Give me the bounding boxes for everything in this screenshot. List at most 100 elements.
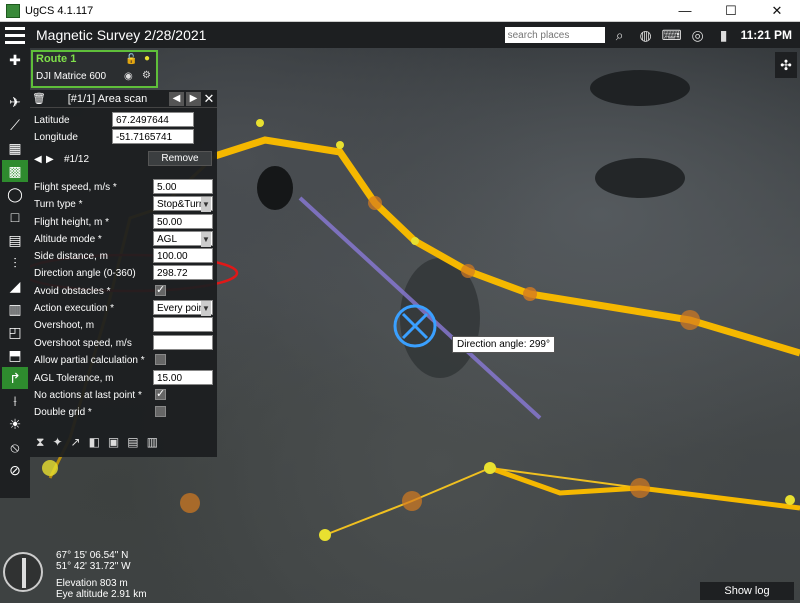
waypoint-marker[interactable] <box>461 264 475 278</box>
latitude-input[interactable]: 67.2497644 <box>112 112 194 127</box>
direction-angle-tooltip: Direction angle: 299° <box>452 336 555 353</box>
route-card[interactable]: Route 1 🔓 ● DJI Matrice 600 ◉ ⚙ <box>31 50 158 88</box>
window-titlebar: UgCS 4.1.117 — ☐ ✕ <box>0 0 800 22</box>
add-route-icon[interactable]: ✚ <box>2 49 28 71</box>
turn-icon[interactable]: ↱ <box>2 367 28 389</box>
flight-height-row: Flight height, m * <box>34 214 152 230</box>
waypoint-marker[interactable] <box>180 493 200 513</box>
search-icon[interactable]: ⌕ <box>609 25 631 45</box>
direction-angle-row: Direction angle (0-360) <box>34 265 152 281</box>
close-panel-icon[interactable]: ✕ <box>201 91 217 107</box>
forbidden-icon[interactable]: ⊘ <box>2 459 28 481</box>
no-actions-last-checkbox[interactable] <box>155 387 166 400</box>
minimize-button[interactable]: — <box>662 3 708 18</box>
window-title: UgCS 4.1.117 <box>25 4 94 17</box>
poi-icon[interactable]: ✦ <box>52 435 62 450</box>
eye-icon[interactable]: ◉ <box>124 71 133 82</box>
altitude-mode-select[interactable]: AGL <box>153 231 213 247</box>
photogrammetry-tool-icon[interactable]: ◢ <box>2 275 28 297</box>
flight-speed-row: Flight speed, m/s * <box>34 179 152 195</box>
spiral-icon[interactable]: ◰ <box>2 321 28 343</box>
eye-altitude-label: Eye altitude 2.91 km <box>56 589 147 600</box>
waypoint-marker[interactable] <box>368 196 382 210</box>
next-point-icon[interactable]: ▶ <box>46 154 64 165</box>
drone-control-icon[interactable]: ✣ <box>775 52 797 78</box>
camera-mode-icon[interactable]: ▤ <box>127 435 138 450</box>
next-segment-button[interactable]: ▶ <box>186 91 201 106</box>
circle-tool-icon[interactable]: ◯ <box>2 183 28 205</box>
waypoint-marker[interactable] <box>630 478 650 498</box>
lock-icon[interactable]: 🔓 <box>125 54 137 65</box>
waypoint-marker[interactable] <box>319 529 331 541</box>
takeoff-icon[interactable]: ✈ <box>2 91 28 113</box>
compass-icon[interactable] <box>3 552 43 592</box>
show-log-button[interactable]: Show log <box>700 582 794 600</box>
camera-control-icon[interactable]: ◧ <box>89 435 100 450</box>
partial-calc-row: Allow partial calculation * <box>34 352 152 368</box>
longitude-input[interactable]: -51.7165741 <box>112 129 194 144</box>
sun-icon[interactable]: ☀ <box>2 413 28 435</box>
wait-icon[interactable]: ⧗ <box>36 435 44 450</box>
action-execution-select[interactable]: Every point <box>153 300 213 316</box>
prev-segment-button[interactable]: ◀ <box>169 91 184 106</box>
settings-icon[interactable]: ⚙ <box>142 70 151 81</box>
route-path[interactable] <box>213 136 800 357</box>
coord-latitude: 67° 15' 06.54" N <box>56 550 129 561</box>
yaw-icon[interactable]: ↗ <box>71 435 81 450</box>
flight-height-input[interactable]: 50.00 <box>153 214 213 229</box>
close-window-button[interactable]: ✕ <box>754 3 800 19</box>
direction-angle-input[interactable]: 298.72 <box>153 265 213 280</box>
prev-point-icon[interactable]: ◀ <box>34 154 46 165</box>
adsb-icon[interactable]: ◎ <box>687 25 709 45</box>
waypoint-marker[interactable] <box>484 462 496 474</box>
remove-button[interactable]: Remove <box>148 151 212 166</box>
waypoint-marker[interactable] <box>411 237 419 245</box>
square-tool-icon[interactable]: □ <box>2 206 28 228</box>
facade-scan-icon[interactable]: ⬒ <box>2 344 28 366</box>
overshoot-label: Overshoot, m <box>34 319 95 331</box>
no-actions-last-row: No actions at last point * <box>34 387 152 403</box>
lake-shape <box>257 166 293 210</box>
corridor-tool-icon[interactable]: ▤ <box>2 229 28 251</box>
battery-icon[interactable]: ▮ <box>713 25 735 45</box>
double-grid-row: Double grid * <box>34 404 152 420</box>
overshoot-speed-label: Overshoot speed, m/s <box>34 337 132 349</box>
ruler-icon[interactable]: ⟊ <box>2 390 28 412</box>
trash-icon[interactable]: 🗑 <box>30 92 48 105</box>
perimeter-tool-icon[interactable]: ⫶ <box>2 252 28 274</box>
camera-trigger-icon[interactable]: ▣ <box>108 435 119 450</box>
avoid-obstacles-checkbox[interactable] <box>155 283 166 296</box>
globe-icon[interactable]: ◍ <box>635 25 657 45</box>
waypoint-marker[interactable] <box>42 460 58 476</box>
waypoint-marker[interactable] <box>523 287 537 301</box>
overshoot-speed-input[interactable] <box>153 335 213 350</box>
side-distance-input[interactable]: 100.00 <box>153 248 213 263</box>
agl-tolerance-input[interactable]: 15.00 <box>153 370 213 385</box>
search-input[interactable] <box>504 27 605 43</box>
waypoint-marker[interactable] <box>402 491 422 511</box>
turn-type-select[interactable]: Stop&Turn <box>153 196 213 212</box>
camera-attitude-icon[interactable]: ▥ <box>147 435 158 450</box>
altitude-mode-label: Altitude mode * <box>34 233 102 245</box>
waypoint-marker[interactable] <box>336 141 344 149</box>
waypoint-marker[interactable] <box>785 495 795 505</box>
waypoint-marker[interactable] <box>680 310 700 330</box>
flight-height-label: Flight height, m * <box>34 216 110 228</box>
double-grid-checkbox[interactable] <box>155 406 166 417</box>
waypoint-marker[interactable] <box>256 119 264 127</box>
overshoot-input[interactable] <box>153 317 213 332</box>
keyboard-icon[interactable]: ⌨ <box>661 25 683 45</box>
agl-tolerance-row: AGL Tolerance, m <box>34 370 152 386</box>
panel-header: 🗑 [#1/1] Area scan ◀ ▶ ✕ <box>30 90 217 108</box>
side-distance-row: Side distance, m <box>34 248 152 264</box>
menu-icon[interactable] <box>0 22 30 48</box>
area-tool-icon[interactable]: ▦ <box>2 137 28 159</box>
area-scan-tool-icon[interactable]: ▩ <box>2 160 28 182</box>
area-scan-panel: 🗑 [#1/1] Area scan ◀ ▶ ✕ Latitude 67.249… <box>30 90 217 457</box>
partial-calc-checkbox[interactable] <box>155 354 166 365</box>
flight-speed-input[interactable]: 5.00 <box>153 179 213 194</box>
vertical-scan-icon[interactable]: ▥ <box>2 298 28 320</box>
waypoint-tool-icon[interactable]: ⟋ <box>2 114 28 136</box>
maximize-button[interactable]: ☐ <box>708 3 754 19</box>
no-fly-zone-icon[interactable]: ⦸ <box>2 436 28 458</box>
